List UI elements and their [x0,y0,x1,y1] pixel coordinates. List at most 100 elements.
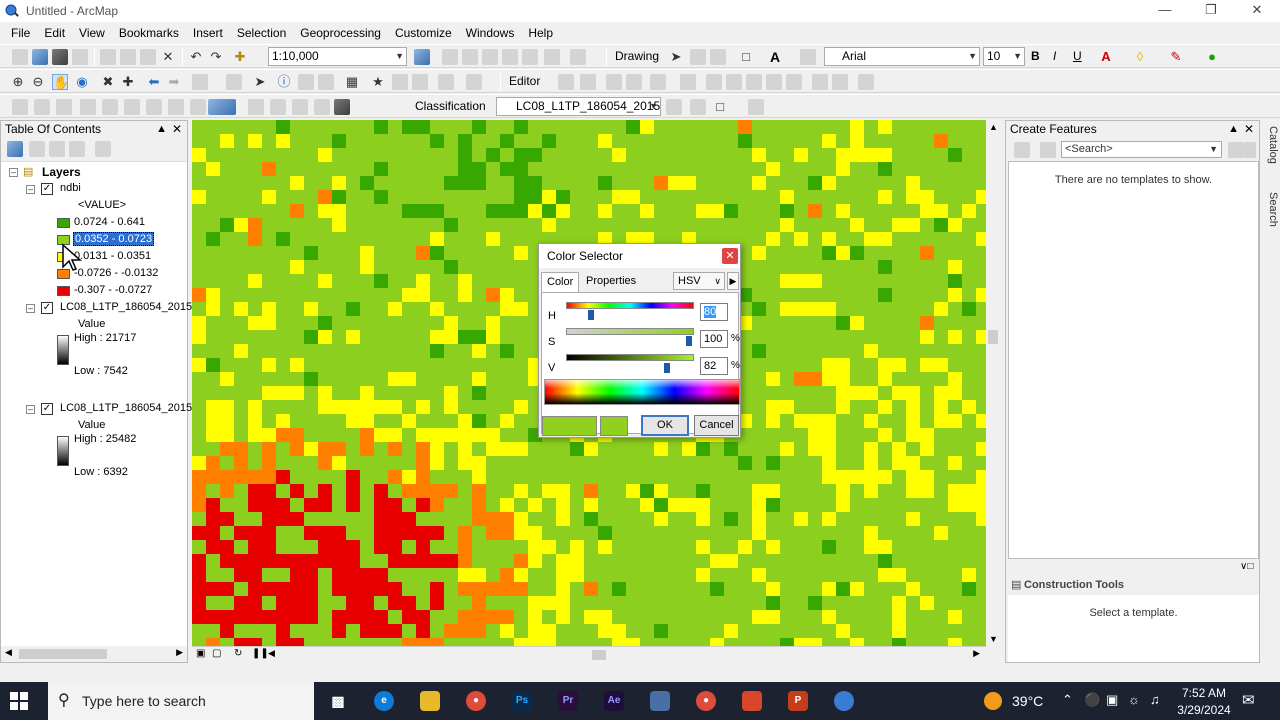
select-arrow-icon[interactable]: ➤ [252,74,268,90]
color-ramp-icon[interactable] [208,99,236,115]
print-icon[interactable] [72,49,88,65]
close-button[interactable]: ✕ [1234,0,1280,22]
after-effects-icon[interactable]: Ae [604,691,624,711]
menu-view[interactable]: View [72,26,112,40]
add-data-icon[interactable]: ✚ [232,49,248,65]
arcmap-taskbar-icon[interactable] [834,691,854,711]
marker-color-icon[interactable]: ● [1204,49,1220,65]
list-by-drawing-order-icon[interactable] [7,141,23,157]
find-icon[interactable]: ★ [370,74,386,90]
dialog-close-icon[interactable]: ✕ [722,248,738,264]
refresh-icon[interactable]: ↻ [234,648,242,659]
go-to-xy-icon[interactable] [412,74,428,90]
color-spectrum[interactable] [544,379,740,405]
create-features-icon[interactable] [858,74,874,90]
cf-close-icon[interactable]: ✕ [1244,121,1254,137]
edge-icon[interactable]: e [374,691,394,711]
scroll-left-icon[interactable]: ◀ [268,648,275,659]
camtasia-icon[interactable] [742,691,762,711]
html-popup-icon[interactable] [318,74,334,90]
fixed-zoom-in-icon[interactable]: ✖ [100,74,116,90]
powerpoint-icon[interactable]: P [788,691,808,711]
open-icon[interactable] [32,49,48,65]
redo-icon[interactable]: ↷ [208,49,224,65]
drawing-menu[interactable]: Drawing [615,49,659,63]
tab-color[interactable]: Color [541,272,580,292]
microphone-icon[interactable]: ⚫ [1084,692,1100,708]
arctoolbox-icon[interactable] [442,49,458,65]
toc-scroll-thumb[interactable] [19,649,107,659]
layers-collapse-icon[interactable]: – [9,168,18,177]
draw-training-icon[interactable]: □ [712,99,728,115]
notifications-icon[interactable]: ✉ [1242,691,1255,709]
ndbi-collapse-icon[interactable]: – [26,185,35,194]
raster2-ramp[interactable] [57,436,69,466]
select-elements-icon[interactable]: ➤ [668,49,684,65]
fixed-zoom-out-icon[interactable]: ✚ [120,74,136,90]
classify-icon[interactable] [748,99,764,115]
export-icon[interactable] [334,99,350,115]
clock-date[interactable]: 3/29/2024 [1170,703,1238,717]
attributes-icon[interactable] [812,74,828,90]
menu-geoprocessing[interactable]: Geoprocessing [293,26,388,40]
s-value-input[interactable]: 100 [700,330,728,348]
raster2-layer-name[interactable]: LC08_L1TP_186054_20151 [60,402,198,414]
class-label-3[interactable]: 0.0131 - 0.0351 [74,250,151,262]
menu-customize[interactable]: Customize [388,26,459,40]
template-filter-icon[interactable] [1040,142,1056,158]
h-value-input[interactable]: 80 [700,303,728,321]
scroll-right-icon[interactable]: ▶ [973,648,980,659]
toc-horizontal-scrollbar[interactable]: ◀ ▶ [1,646,187,662]
menu-bookmarks[interactable]: Bookmarks [112,26,186,40]
class-label-1[interactable]: 0.0724 - 0.641 [74,216,145,228]
measure-icon[interactable]: ▦ [344,74,360,90]
reclass-icon[interactable] [690,99,706,115]
value-slider[interactable] [566,354,694,361]
layout-tool-icon[interactable] [270,99,286,115]
effects-layer-icon[interactable] [168,99,184,115]
cf-pin-icon[interactable]: ▲ [1228,121,1239,137]
class-swatch-1[interactable] [57,218,70,228]
fill-color-icon[interactable]: ◊ [1132,49,1148,65]
menu-edit[interactable]: Edit [37,26,72,40]
python-icon[interactable] [544,49,560,65]
v-value-input[interactable]: 82 [700,357,728,375]
construction-tools-list[interactable]: Select a template. [1008,595,1259,662]
italic-button[interactable]: I [1053,49,1056,63]
editor-menu[interactable]: Editor [509,74,540,88]
arccatalog-icon[interactable] [650,691,670,711]
organize-templates-icon[interactable] [1014,142,1030,158]
class-label-5[interactable]: -0.307 - -0.0727 [74,284,152,296]
bold-button[interactable]: B [1031,49,1040,63]
template-search-input[interactable]: <Search> ▼ [1061,141,1222,158]
classification-menu[interactable]: Classification [415,99,486,113]
map-hscroll-thumb[interactable] [592,650,606,660]
font-size-combo[interactable]: 10 ▼ [983,47,1025,66]
layout-view-icon[interactable]: ▢ [212,648,221,659]
find-route-icon[interactable] [392,74,408,90]
task-view-icon[interactable]: ▩ [328,691,348,711]
weather-icon[interactable] [984,692,1002,710]
undo-icon[interactable]: ↶ [188,49,204,65]
layers-label[interactable]: Layers [42,165,81,179]
brightness-icon[interactable] [124,99,140,115]
premiere-icon[interactable]: Pr [558,691,578,711]
search-options-icon[interactable] [1244,142,1256,158]
edit-vertices-icon[interactable] [800,49,816,65]
trace-icon[interactable] [650,74,666,90]
class-label-4[interactable]: -0.0726 - -0.0132 [74,267,158,279]
hue-slider[interactable] [566,302,694,309]
hyperlink-icon[interactable] [298,74,314,90]
raster1-collapse-icon[interactable]: – [26,304,35,313]
volume-icon[interactable]: ♫ [1150,692,1160,707]
menu-selection[interactable]: Selection [230,26,293,40]
straight-segment-icon[interactable] [606,74,622,90]
class-label-2-selected[interactable]: 0.0352 - 0.0723 [73,232,155,246]
zoom-out-icon[interactable]: ⊖ [30,74,46,90]
clock-time[interactable]: 7:52 AM [1176,686,1232,700]
catalog-tab[interactable]: Catalog [1263,126,1279,164]
edit-vertices-tool-icon[interactable] [706,74,722,90]
dialog-more-icon[interactable]: ▶ [727,272,739,290]
zoom-in-icon[interactable]: ⊕ [10,74,26,90]
pan-icon[interactable]: ✋ [52,74,69,90]
